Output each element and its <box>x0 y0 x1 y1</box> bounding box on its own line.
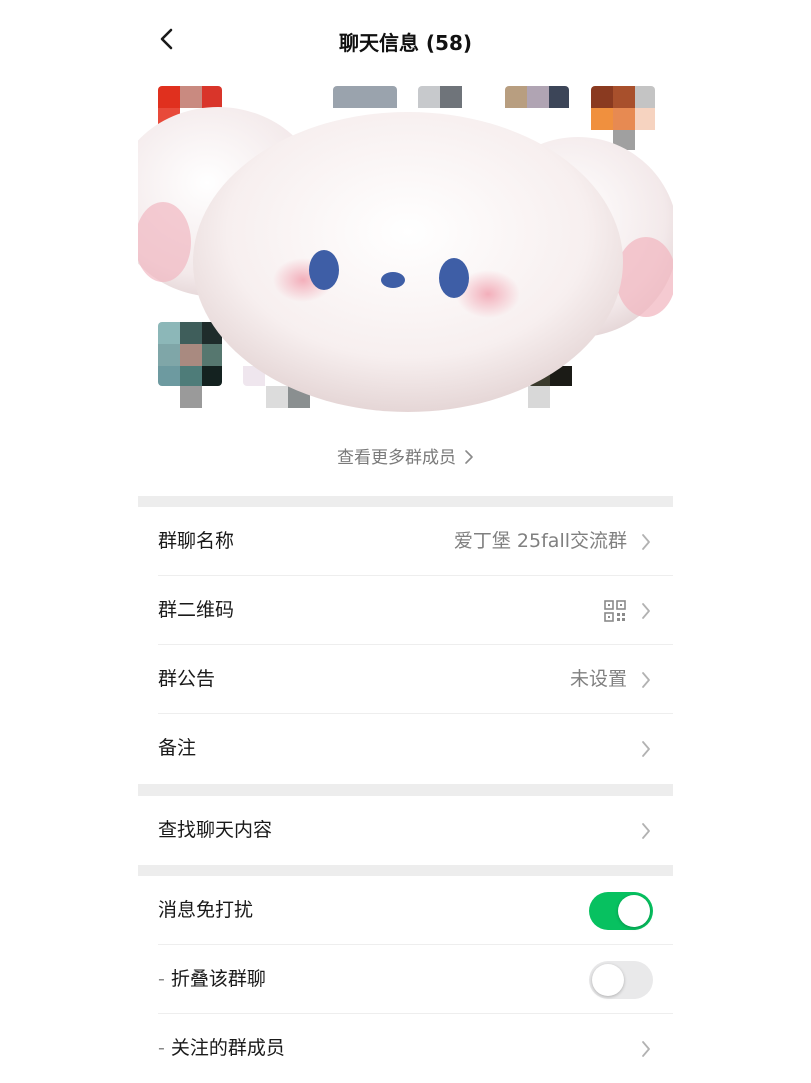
view-more-members-link[interactable]: 查看更多群成员 <box>138 443 673 470</box>
member-grid <box>138 82 673 412</box>
chevron-right-icon <box>464 449 474 470</box>
chevron-right-icon <box>642 534 650 550</box>
nav-bar: 聊天信息 (58) <box>138 0 673 82</box>
chevron-right-icon <box>642 672 650 688</box>
starred-members-label-wrap: - 关注的群成员 <box>158 1014 285 1083</box>
view-more-members-label: 查看更多群成员 <box>337 448 456 468</box>
mascot-sticker-icon <box>138 107 673 412</box>
group-name-row[interactable]: 群聊名称 爱丁堡 25fall交流群 <box>138 507 673 576</box>
qr-code-icon <box>604 600 626 622</box>
chevron-right-icon <box>642 1041 650 1057</box>
toggle-knob <box>592 964 624 996</box>
fold-group-row: - 折叠该群聊 <box>138 945 673 1014</box>
search-chat-content-row[interactable]: 查找聊天内容 <box>138 796 673 865</box>
page-title: 聊天信息 (58) <box>338 31 473 55</box>
section-separator <box>138 784 673 796</box>
sub-item-dash: - <box>158 1037 165 1059</box>
fold-group-label-wrap: - 折叠该群聊 <box>158 945 266 1014</box>
remark-label: 备注 <box>158 737 197 759</box>
section-separator <box>138 865 673 876</box>
section-separator <box>138 496 673 507</box>
group-announcement-row[interactable]: 群公告 未设置 <box>138 645 673 714</box>
group-announcement-value: 未设置 <box>569 668 627 690</box>
chevron-right-icon <box>642 603 650 619</box>
mute-notifications-toggle[interactable] <box>589 892 653 930</box>
group-qr-code-row[interactable]: 群二维码 <box>138 576 673 645</box>
group-qr-code-label: 群二维码 <box>158 599 235 621</box>
fold-group-label: 折叠该群聊 <box>170 968 266 990</box>
group-name-label: 群聊名称 <box>158 530 235 552</box>
starred-members-row[interactable]: - 关注的群成员 <box>138 1014 673 1083</box>
toggle-knob <box>618 895 650 927</box>
starred-members-label: 关注的群成员 <box>170 1037 285 1059</box>
mute-notifications-label: 消息免打扰 <box>158 899 254 921</box>
search-chat-content-label: 查找聊天内容 <box>158 819 273 841</box>
chevron-right-icon <box>642 823 650 839</box>
group-name-value: 爱丁堡 25fall交流群 <box>453 530 627 552</box>
sub-item-dash: - <box>158 968 165 990</box>
chat-info-screen: 聊天信息 (58) 查看更多群成员 群聊名称 爱丁堡 25fall交流群 群二维… <box>138 0 673 1080</box>
fold-group-toggle[interactable] <box>589 961 653 999</box>
remark-row[interactable]: 备注 <box>138 714 673 783</box>
chevron-right-icon <box>642 741 650 757</box>
mute-notifications-row: 消息免打扰 <box>138 876 673 945</box>
group-announcement-label: 群公告 <box>158 668 216 690</box>
